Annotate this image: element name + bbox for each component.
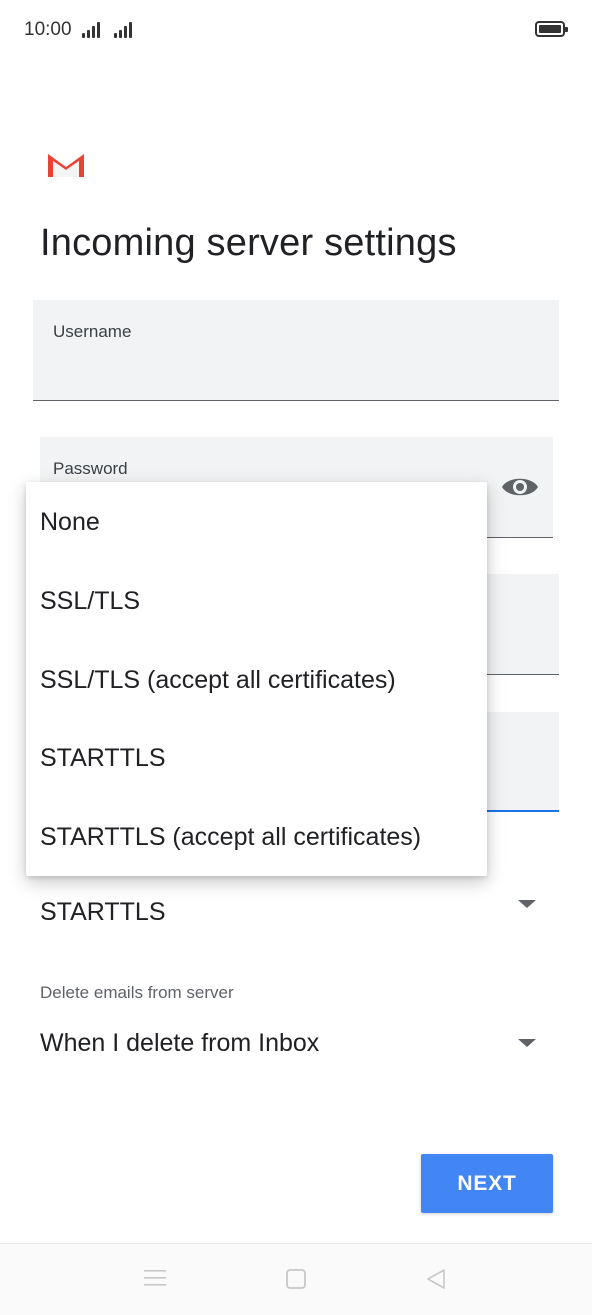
- gmail-icon: [48, 154, 84, 177]
- next-button[interactable]: NEXT: [421, 1154, 553, 1213]
- security-type-select[interactable]: STARTTLS: [40, 888, 540, 938]
- security-type-value: STARTTLS: [40, 898, 166, 926]
- delete-emails-select[interactable]: When I delete from Inbox: [40, 1019, 540, 1069]
- menu-option-starttls[interactable]: STARTTLS: [26, 719, 487, 798]
- back-icon[interactable]: [425, 1268, 447, 1290]
- menu-option-starttls-accept-all[interactable]: STARTTLS (accept all certificates): [26, 798, 487, 877]
- menu-option-ssl-tls[interactable]: SSL/TLS: [26, 562, 487, 641]
- username-label: Username: [53, 322, 132, 341]
- username-field[interactable]: Username: [33, 300, 559, 401]
- delete-emails-label: Delete emails from server: [40, 983, 234, 1002]
- page-title: Incoming server settings: [40, 222, 457, 264]
- menu-option-ssl-tls-accept-all[interactable]: SSL/TLS (accept all certificates): [26, 641, 487, 720]
- menu-icon[interactable]: [144, 1268, 166, 1288]
- eye-icon[interactable]: [501, 473, 539, 501]
- status-time: 10:00: [24, 19, 72, 40]
- signal-icon: [114, 22, 132, 38]
- home-icon[interactable]: [285, 1268, 307, 1290]
- status-bar: 10:00: [0, 0, 592, 62]
- dropdown-arrow-icon: [518, 1039, 536, 1047]
- signal-icon: [82, 22, 100, 38]
- dropdown-arrow-icon: [518, 900, 536, 908]
- navigation-bar: [0, 1243, 592, 1315]
- battery-icon: [535, 21, 568, 37]
- screen: 10:00 Incoming server settings Username …: [0, 0, 592, 1315]
- password-label: Password: [53, 459, 128, 478]
- delete-emails-value: When I delete from Inbox: [40, 1029, 320, 1057]
- menu-option-none[interactable]: None: [26, 483, 487, 562]
- security-dropdown-menu: None SSL/TLS SSL/TLS (accept all certifi…: [26, 482, 487, 876]
